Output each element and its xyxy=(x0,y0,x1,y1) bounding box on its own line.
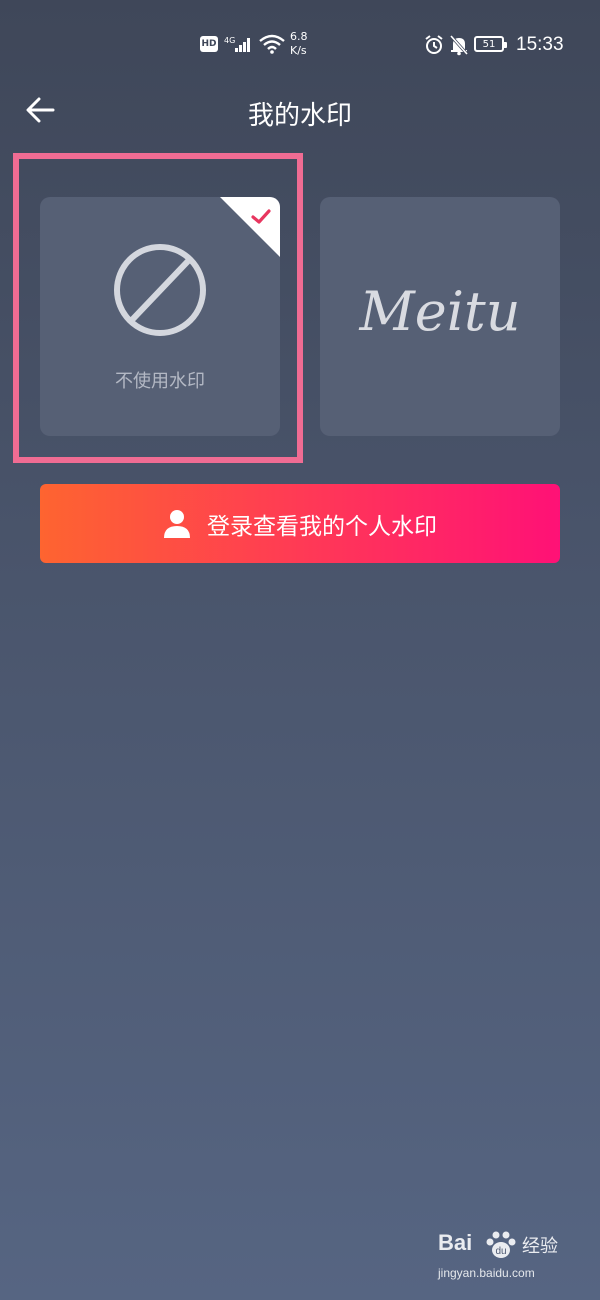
status-time: 15:33 xyxy=(516,34,564,55)
login-view-watermarks-button[interactable]: 登录查看我的个人水印 xyxy=(40,484,560,563)
alarm-icon xyxy=(425,35,443,54)
watermark-cn: 经验 xyxy=(522,1236,558,1257)
title-bar: 我的水印 xyxy=(0,80,600,140)
net-speed: 6.8 K/s xyxy=(290,30,308,58)
wifi-icon xyxy=(259,34,285,54)
network-type: 4G xyxy=(224,36,235,45)
status-bar: HD 4G 6.8 K/s 51 15:33 xyxy=(0,0,600,90)
svg-text:du: du xyxy=(495,1246,506,1257)
hd-badge: HD xyxy=(200,36,218,52)
paw-icon: du xyxy=(486,1231,516,1258)
meitu-logo-text: Meitu xyxy=(359,280,521,343)
watermark-url: jingyan.baidu.com xyxy=(438,1266,535,1280)
watermark-option-meitu[interactable]: Meitu xyxy=(320,197,560,436)
net-speed-value: 6.8 xyxy=(290,30,308,43)
selection-highlight xyxy=(13,153,303,463)
watermark-brand: Bai xyxy=(438,1230,473,1255)
battery-indicator: 51 xyxy=(474,36,507,52)
baidu-watermark: Bai du 经验 jingyan.baidu.com xyxy=(438,1230,568,1290)
net-speed-unit: K/s xyxy=(290,44,307,57)
user-icon xyxy=(164,509,190,538)
page-title: 我的水印 xyxy=(247,101,352,131)
login-button-label: 登录查看我的个人水印 xyxy=(207,513,437,540)
mute-bell-icon xyxy=(449,35,469,56)
cellular-signal-icon: 4G xyxy=(224,36,250,52)
meitu-script-logo: Meitu xyxy=(359,280,521,343)
